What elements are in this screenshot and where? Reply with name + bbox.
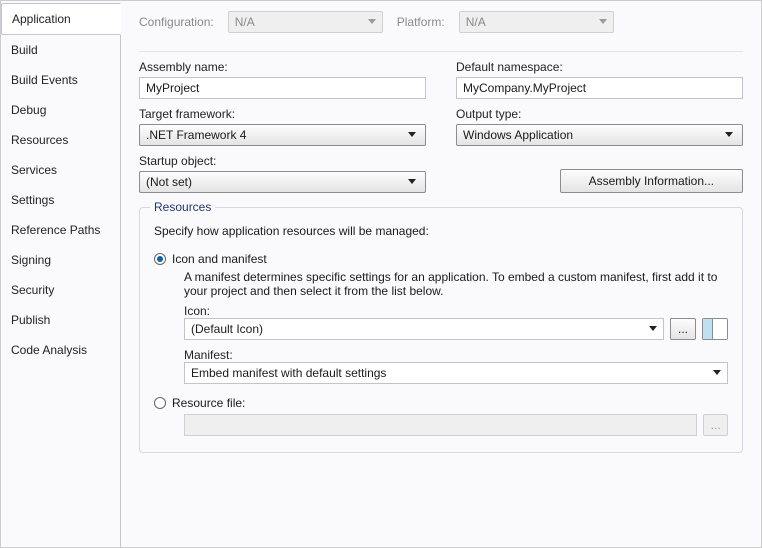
platform-combo: N/A [459,11,614,33]
icon-and-manifest-radio[interactable]: Icon and manifest [154,252,728,266]
chevron-down-icon [405,175,419,189]
assembly-name-input[interactable]: MyProject [139,77,426,99]
manifest-combo[interactable]: Embed manifest with default settings [184,362,728,384]
target-framework-value: .NET Framework 4 [146,128,246,142]
assembly-name-label: Assembly name: [139,60,426,74]
application-panel: Configuration: N/A Platform: N/A Assembl… [121,1,761,547]
tab-security[interactable]: Security [1,275,121,305]
tab-publish[interactable]: Publish [1,305,121,335]
radio-icon [154,253,166,265]
manifest-label: Manifest: [184,348,233,362]
config-platform-row: Configuration: N/A Platform: N/A [139,11,743,33]
tab-services[interactable]: Services [1,155,121,185]
resource-file-browse-button: ... [703,414,728,436]
tab-code-analysis[interactable]: Code Analysis [1,335,121,365]
tab-signing[interactable]: Signing [1,245,121,275]
platform-label: Platform: [397,15,445,29]
resource-file-radio[interactable]: Resource file: [154,396,728,410]
resource-file-label: Resource file: [172,396,245,410]
tab-resources[interactable]: Resources [1,125,121,155]
icon-combo[interactable]: (Default Icon) [184,318,664,340]
chevron-down-icon [368,19,376,25]
startup-object-label: Startup object: [139,154,426,168]
output-type-label: Output type: [456,107,743,121]
icon-preview [702,318,728,340]
chevron-down-icon [405,128,419,142]
target-framework-label: Target framework: [139,107,426,121]
tab-build[interactable]: Build [1,35,121,65]
output-type-value: Windows Application [463,128,573,142]
default-namespace-input[interactable]: MyCompany.MyProject [456,77,743,99]
resource-file-input [184,414,697,436]
default-namespace-value: MyCompany.MyProject [463,81,586,95]
configuration-label: Configuration: [139,15,214,29]
tab-debug[interactable]: Debug [1,95,121,125]
icon-and-manifest-label: Icon and manifest [172,252,267,266]
sidebar: Application Build Build Events Debug Res… [1,1,121,547]
default-namespace-label: Default namespace: [456,60,743,74]
output-type-combo[interactable]: Windows Application [456,124,743,146]
platform-value: N/A [466,15,486,29]
icon-browse-button[interactable]: ... [670,318,696,340]
tab-build-events[interactable]: Build Events [1,65,121,95]
icon-and-manifest-desc: A manifest determines specific settings … [184,270,728,298]
tab-reference-paths[interactable]: Reference Paths [1,215,121,245]
chevron-down-icon [713,370,721,376]
chevron-down-icon [722,128,736,142]
resources-description: Specify how application resources will b… [154,224,728,238]
chevron-down-icon [599,19,607,25]
manifest-value: Embed manifest with default settings [191,366,386,380]
startup-object-combo[interactable]: (Not set) [139,171,426,193]
tab-settings[interactable]: Settings [1,185,121,215]
icon-value: (Default Icon) [191,322,263,336]
assembly-information-button[interactable]: Assembly Information... [560,169,743,193]
tab-application[interactable]: Application [1,3,121,35]
radio-icon [154,397,166,409]
project-properties-window: Application Build Build Events Debug Res… [0,0,762,548]
startup-object-value: (Not set) [146,175,192,189]
icon-label: Icon: [184,304,210,318]
configuration-value: N/A [235,15,255,29]
assembly-name-value: MyProject [146,81,199,95]
configuration-combo: N/A [228,11,383,33]
resources-group-title: Resources [150,200,215,214]
chevron-down-icon [649,326,657,332]
resources-group: Resources Specify how application resour… [139,207,743,453]
divider [139,51,743,52]
target-framework-combo[interactable]: .NET Framework 4 [139,124,426,146]
sidebar-filler [1,365,121,547]
